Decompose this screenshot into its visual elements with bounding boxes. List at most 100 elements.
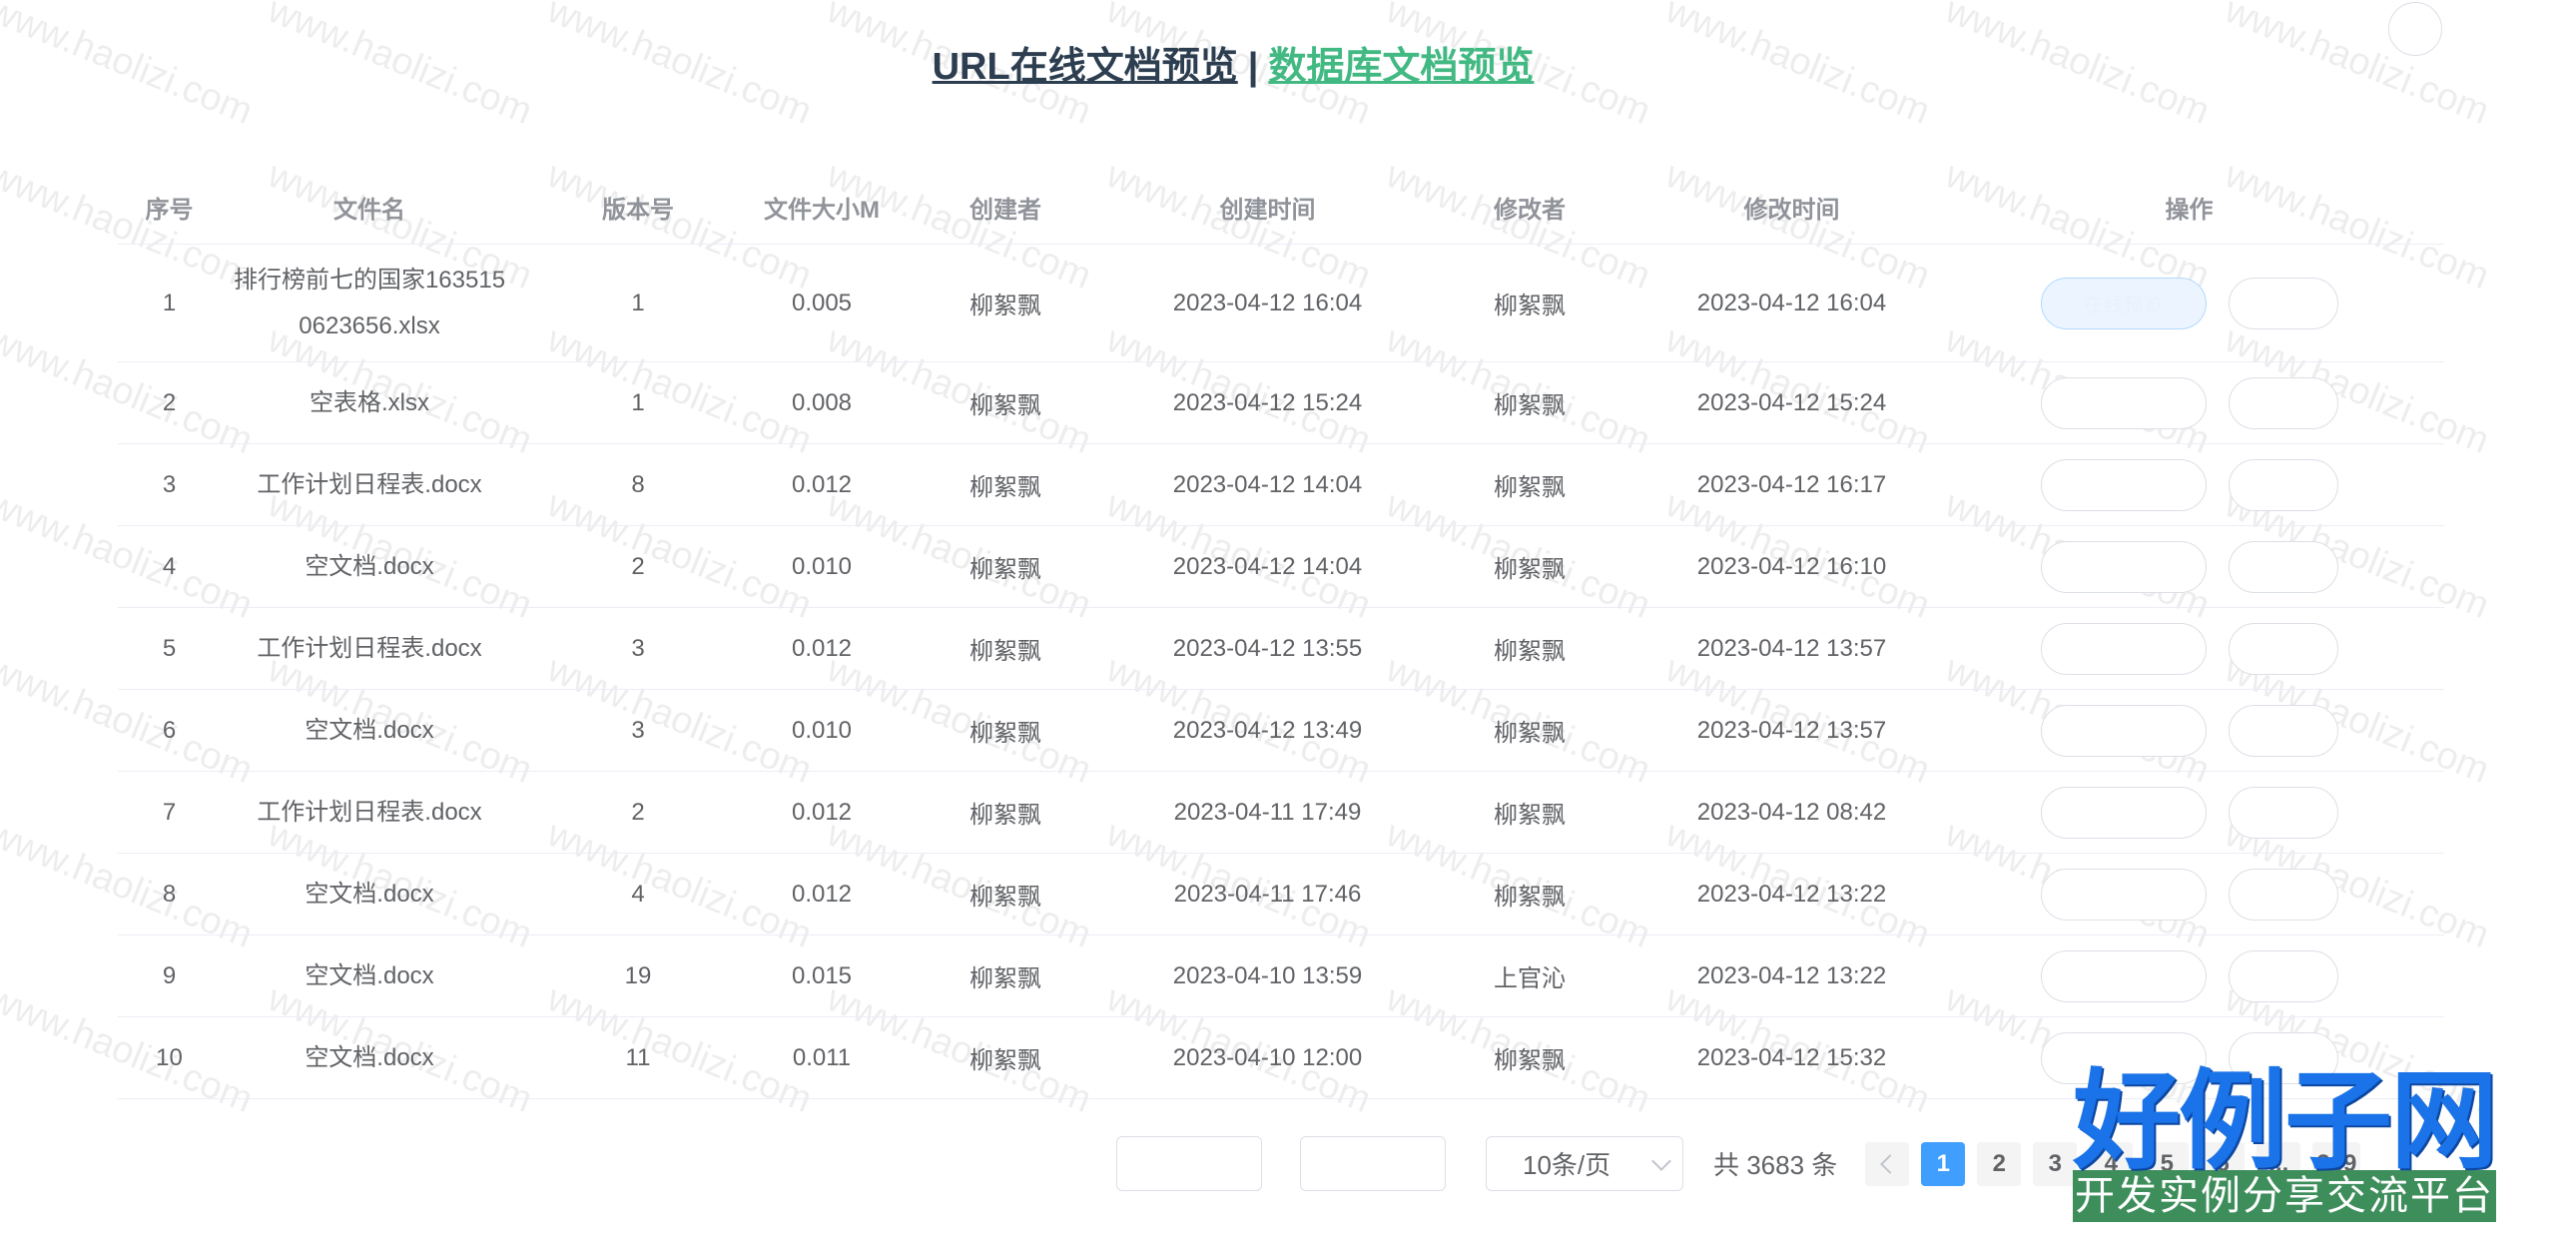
preview-button[interactable] <box>2040 622 2207 675</box>
cell-version: 3 <box>518 607 758 690</box>
cell-index: 4 <box>118 525 221 608</box>
cell-version-text: 3 <box>631 716 645 744</box>
cell-modified-text: 2023-04-12 13:22 <box>1696 961 1887 989</box>
secondary-action-button[interactable] <box>2228 540 2338 593</box>
secondary-action-button[interactable] <box>2228 458 2338 511</box>
cell-creator: 柳絮飘 <box>886 771 1125 854</box>
preview-button[interactable] <box>2040 868 2207 921</box>
page-size-label: 10条/页 <box>1523 1150 1611 1180</box>
col-header-creator: 创建者 <box>886 170 1125 245</box>
preview-button[interactable] <box>2040 458 2207 511</box>
cell-actions <box>1934 525 2444 608</box>
secondary-action-button[interactable] <box>2228 786 2338 839</box>
preview-button[interactable] <box>2040 949 2207 1002</box>
cell-index: 10 <box>118 1016 221 1099</box>
title-separator: | <box>1247 46 1259 88</box>
cell-creator: 柳絮飘 <box>886 607 1125 690</box>
cell-modifier-text: 柳絮飘 <box>1494 474 1566 501</box>
cell-created: 2023-04-12 14:04 <box>1125 525 1410 608</box>
cell-modified: 2023-04-12 16:10 <box>1649 525 1934 608</box>
cell-modifier-text: 上官沁 <box>1494 965 1566 992</box>
page-size-select[interactable]: 10条/页 <box>1486 1136 1683 1191</box>
cell-creator-text: 柳絮飘 <box>969 720 1041 747</box>
cell-modified-text: 2023-04-12 16:04 <box>1696 289 1887 316</box>
cell-modified-text: 2023-04-12 16:17 <box>1696 470 1887 498</box>
preview-button[interactable] <box>2040 540 2207 593</box>
cell-modified-text: 2023-04-12 13:57 <box>1696 716 1887 744</box>
cell-modifier: 柳絮飘 <box>1410 525 1649 608</box>
pagination-input-2[interactable] <box>1300 1136 1446 1191</box>
chevron-left-icon <box>1880 1153 1901 1174</box>
cell-creator-text: 柳絮飘 <box>969 556 1041 583</box>
db-preview-link[interactable]: 数据库文档预览 <box>1268 46 1534 88</box>
cell-index-text: 2 <box>162 388 177 416</box>
cell-version-text: 8 <box>631 470 645 498</box>
col-header-created: 创建时间 <box>1125 170 1410 245</box>
cell-modified-text: 2023-04-12 15:24 <box>1696 388 1887 416</box>
page-number-button[interactable]: 3 <box>2033 1141 2078 1186</box>
table-row: 7 工作计划日程表.docx 2 0.012 柳絮飘 2023-04-11 17:49 柳絮… <box>118 771 2444 854</box>
cell-filename-text: 空文档.docx <box>305 961 434 989</box>
prev-page-button[interactable] <box>1865 1141 1910 1186</box>
cell-creator-text: 柳絮飘 <box>969 293 1041 319</box>
brand-logo-main: 好例子网 <box>2073 1058 2498 1184</box>
preview-button[interactable] <box>2040 376 2207 429</box>
file-table: 序号 文件名 版本号 文件大小M 创建者 创建时间 修改者 修改时间 操作 1 排… <box>118 170 2444 1099</box>
cell-size-text: 0.012 <box>791 798 853 826</box>
cell-created-text: 2023-04-11 17:49 <box>1173 798 1362 826</box>
cell-created: 2023-04-12 15:24 <box>1125 361 1410 444</box>
cell-actions: 在线预览 <box>1934 244 2444 362</box>
url-preview-link[interactable]: URL在线文档预览 <box>933 46 1238 88</box>
cell-actions <box>1934 443 2444 526</box>
cell-index: 9 <box>118 934 221 1017</box>
cell-filename: 排行榜前七的国家1635150623656.xlsx <box>221 244 518 362</box>
cell-version: 2 <box>518 525 758 608</box>
cell-creator: 柳絮飘 <box>886 361 1125 444</box>
cell-index-text: 3 <box>162 470 177 498</box>
cell-size: 0.011 <box>758 1016 886 1099</box>
cell-creator: 柳絮飘 <box>886 934 1125 1017</box>
cell-created-text: 2023-04-12 13:49 <box>1172 716 1363 744</box>
cell-version-text: 1 <box>631 289 645 316</box>
cell-version-text: 11 <box>625 1043 651 1071</box>
cell-size-text: 0.005 <box>791 289 853 316</box>
secondary-action-button[interactable] <box>2228 704 2338 757</box>
cell-version: 1 <box>518 361 758 444</box>
row-actions <box>1942 622 2436 675</box>
cell-version-text: 2 <box>631 798 645 826</box>
table-row: 2 空表格.xlsx 1 0.008 柳絮飘 2023-04-12 15:24 柳絮飘 202… <box>118 361 2444 444</box>
col-header-size: 文件大小M <box>758 170 886 245</box>
secondary-action-button[interactable] <box>2228 376 2338 429</box>
cell-modifier-text: 柳絮飘 <box>1494 1047 1566 1074</box>
page-number-button[interactable]: 1 <box>1921 1141 1966 1186</box>
cell-index-text: 1 <box>162 289 177 316</box>
cell-version: 1 <box>518 244 758 362</box>
row-actions: 在线预览 <box>1942 277 2436 329</box>
preview-button[interactable] <box>2040 786 2207 839</box>
col-header-index: 序号 <box>118 170 221 245</box>
page-number-button[interactable]: 2 <box>1977 1141 2022 1186</box>
cell-size: 0.012 <box>758 771 886 854</box>
cell-version-text: 3 <box>631 634 645 662</box>
pagination-input-1[interactable] <box>1116 1136 1262 1191</box>
cell-version: 2 <box>518 771 758 854</box>
secondary-action-button[interactable] <box>2228 868 2338 921</box>
cell-index: 7 <box>118 771 221 854</box>
cell-version: 11 <box>518 1016 758 1099</box>
col-header-filename: 文件名 <box>221 170 518 245</box>
brand-logo-sub: 开发实例分享交流平台 <box>2073 1170 2496 1222</box>
secondary-action-button[interactable] <box>2228 277 2338 329</box>
cell-version-text: 2 <box>631 552 645 580</box>
chevron-down-icon <box>1651 1150 1671 1171</box>
cell-size: 0.010 <box>758 689 886 772</box>
preview-button[interactable] <box>2040 704 2207 757</box>
cell-size: 0.005 <box>758 244 886 362</box>
cell-index-text: 10 <box>156 1043 183 1071</box>
secondary-action-button[interactable] <box>2228 622 2338 675</box>
preview-button[interactable]: 在线预览 <box>2040 277 2207 329</box>
cell-created-text: 2023-04-11 17:46 <box>1173 880 1362 908</box>
cell-modifier-text: 柳絮飘 <box>1494 720 1566 747</box>
cell-size-text: 0.012 <box>791 634 853 662</box>
cell-modified-text: 2023-04-12 08:42 <box>1696 798 1887 826</box>
secondary-action-button[interactable] <box>2228 949 2338 1002</box>
